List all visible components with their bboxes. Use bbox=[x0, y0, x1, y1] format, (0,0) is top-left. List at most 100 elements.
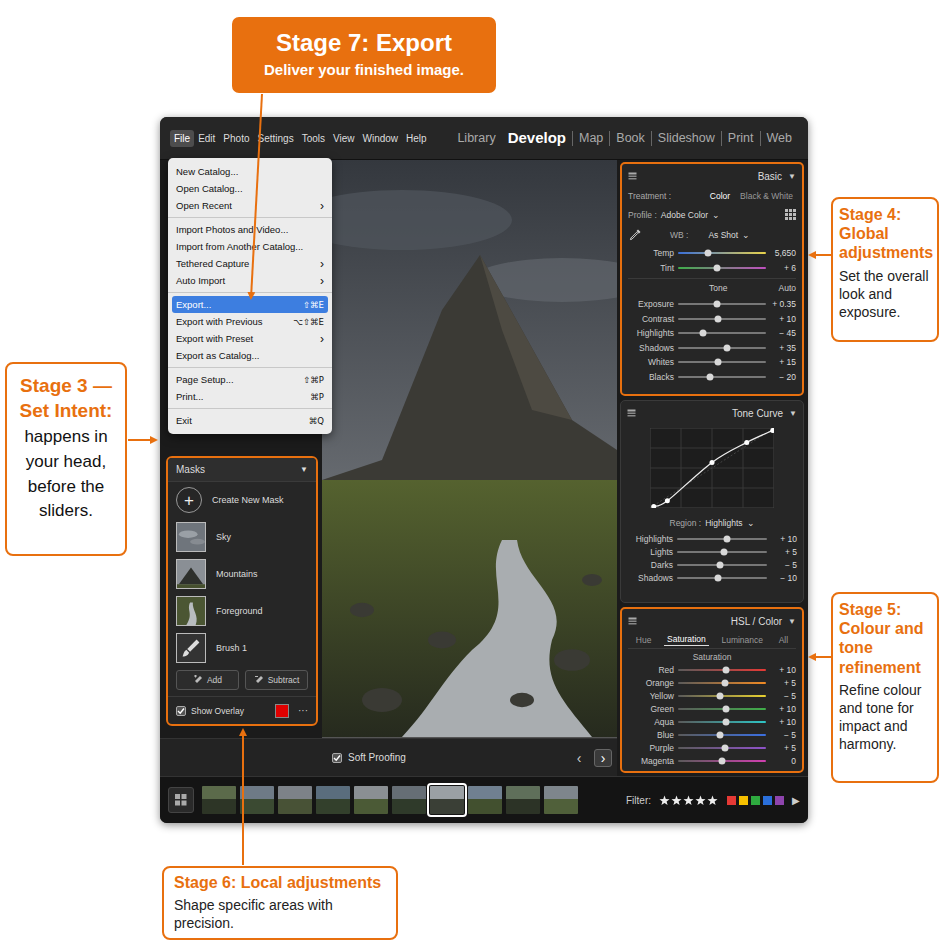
slider-track[interactable] bbox=[678, 318, 766, 320]
more-button[interactable]: ··· bbox=[298, 705, 308, 716]
menu-entry[interactable]: Print...⌘P bbox=[168, 388, 332, 405]
collapse-toggle[interactable]: ▼ bbox=[300, 465, 308, 474]
hsl-tab[interactable]: All bbox=[776, 634, 791, 646]
module-tab[interactable]: Book bbox=[609, 131, 651, 146]
module-tab[interactable]: Print bbox=[721, 131, 760, 146]
filmstrip-thumbnail[interactable] bbox=[544, 786, 578, 814]
color-label[interactable] bbox=[727, 796, 736, 805]
slider-track[interactable] bbox=[678, 695, 766, 697]
hsl-tab[interactable]: Saturation bbox=[664, 633, 709, 646]
slider-track[interactable] bbox=[678, 669, 766, 671]
previous-button[interactable]: ‹ bbox=[570, 749, 588, 767]
slider-thumb[interactable] bbox=[723, 535, 730, 542]
curve-point[interactable] bbox=[651, 504, 656, 508]
panel-header[interactable]: Masks▼ bbox=[168, 458, 316, 482]
menu-item[interactable]: Tools bbox=[298, 130, 329, 147]
filmstrip-thumbnail[interactable] bbox=[392, 786, 426, 814]
slider-track[interactable] bbox=[677, 538, 767, 540]
menu-entry[interactable]: Tethered Capture› bbox=[168, 255, 332, 272]
slider-thumb[interactable] bbox=[715, 315, 722, 322]
dropdown-caret[interactable]: ⌄ bbox=[747, 518, 755, 528]
mask-item[interactable]: Brush 1 bbox=[168, 629, 316, 666]
hsl-tab[interactable]: Luminance bbox=[718, 634, 766, 646]
slider-track[interactable] bbox=[678, 361, 766, 363]
slider-thumb[interactable] bbox=[717, 731, 724, 738]
treatment-option[interactable]: Black & White bbox=[737, 191, 796, 201]
menu-item[interactable]: Photo bbox=[219, 130, 253, 147]
slider-track[interactable] bbox=[678, 708, 766, 710]
menu-entry[interactable]: Auto Import› bbox=[168, 272, 332, 289]
slider-thumb[interactable] bbox=[713, 264, 720, 271]
treatment-option[interactable]: Color bbox=[707, 191, 733, 201]
slider-track[interactable] bbox=[678, 682, 766, 684]
slider-track[interactable] bbox=[678, 252, 766, 254]
filmstrip-thumbnail[interactable] bbox=[506, 786, 540, 814]
hsl-tab[interactable]: Hue bbox=[633, 634, 655, 646]
color-label[interactable] bbox=[739, 796, 748, 805]
menu-entry[interactable]: Exit⌘Q bbox=[168, 412, 332, 429]
menu-item[interactable]: Edit bbox=[194, 130, 219, 147]
color-label[interactable] bbox=[751, 796, 760, 805]
slider-track[interactable] bbox=[677, 551, 767, 553]
slider-thumb[interactable] bbox=[719, 757, 726, 764]
slider-thumb[interactable] bbox=[717, 561, 724, 568]
slider-thumb[interactable] bbox=[721, 679, 728, 686]
module-tab[interactable]: Slideshow bbox=[651, 131, 721, 146]
profile-value[interactable]: Adobe Color bbox=[661, 210, 708, 220]
curve-point[interactable] bbox=[710, 460, 715, 465]
menu-item[interactable]: File bbox=[170, 130, 194, 147]
slider-track[interactable] bbox=[678, 267, 766, 269]
slider-thumb[interactable] bbox=[720, 548, 727, 555]
subtract-button[interactable]: Subtract bbox=[245, 670, 308, 690]
panel-header[interactable]: Basic▼ bbox=[628, 166, 796, 186]
mask-item[interactable]: Mountains bbox=[168, 555, 316, 592]
slider-track[interactable] bbox=[678, 303, 766, 305]
menu-entry[interactable]: Import from Another Catalog... bbox=[168, 238, 332, 255]
grid-view-button[interactable] bbox=[168, 787, 194, 813]
menu-item[interactable]: Settings bbox=[254, 130, 298, 147]
slider-track[interactable] bbox=[677, 564, 767, 566]
slider-thumb[interactable] bbox=[723, 705, 730, 712]
mask-item[interactable]: Foreground bbox=[168, 592, 316, 629]
slider-thumb[interactable] bbox=[706, 373, 713, 380]
menu-item[interactable]: Window bbox=[359, 130, 403, 147]
slider-track[interactable] bbox=[678, 734, 766, 736]
mask-item[interactable]: Sky bbox=[168, 518, 316, 555]
next-button[interactable]: › bbox=[594, 749, 612, 767]
menu-item[interactable]: View bbox=[329, 130, 359, 147]
menu-entry[interactable]: Open Catalog... bbox=[168, 180, 332, 197]
slider-track[interactable] bbox=[678, 721, 766, 723]
next-arrow[interactable]: ▶ bbox=[792, 795, 800, 806]
create-mask-button[interactable]: +Create New Mask bbox=[168, 482, 316, 518]
menu-entry[interactable]: Export...⇧⌘E bbox=[172, 296, 328, 313]
star-rating-icon[interactable] bbox=[659, 795, 719, 806]
menu-entry[interactable]: Open Recent› bbox=[168, 197, 332, 214]
collapse-toggle[interactable]: ▼ bbox=[788, 617, 796, 626]
menu-entry[interactable]: Export with Preset› bbox=[168, 330, 332, 347]
region-value[interactable]: Highlights bbox=[705, 518, 742, 528]
filmstrip-thumbnail[interactable] bbox=[278, 786, 312, 814]
slider-thumb[interactable] bbox=[721, 744, 728, 751]
color-label[interactable] bbox=[763, 796, 772, 805]
slider-track[interactable] bbox=[678, 347, 766, 349]
slider-thumb[interactable] bbox=[704, 250, 711, 257]
slider-thumb[interactable] bbox=[723, 718, 730, 725]
curve-point[interactable] bbox=[744, 440, 749, 445]
menu-entry[interactable]: Import Photos and Video... bbox=[168, 221, 332, 238]
slider-track[interactable] bbox=[677, 577, 767, 579]
color-label[interactable] bbox=[775, 796, 784, 805]
filmstrip-thumbnail[interactable] bbox=[316, 786, 350, 814]
filmstrip-thumbnail[interactable] bbox=[430, 786, 464, 814]
module-tab[interactable]: Library bbox=[451, 131, 501, 146]
wb-value[interactable]: As Shot bbox=[708, 230, 738, 240]
curve-point[interactable] bbox=[665, 498, 670, 503]
overlay-color-swatch[interactable] bbox=[275, 704, 289, 718]
slider-track[interactable] bbox=[678, 760, 766, 762]
menu-entry[interactable]: New Catalog... bbox=[168, 163, 332, 180]
checkbox[interactable] bbox=[332, 753, 342, 763]
menu-entry[interactable]: Page Setup...⇧⌘P bbox=[168, 371, 332, 388]
slider-thumb[interactable] bbox=[714, 574, 721, 581]
tone-curve-chart[interactable] bbox=[650, 428, 774, 508]
module-tab[interactable]: Map bbox=[572, 131, 609, 146]
module-tab[interactable]: Web bbox=[760, 131, 798, 146]
